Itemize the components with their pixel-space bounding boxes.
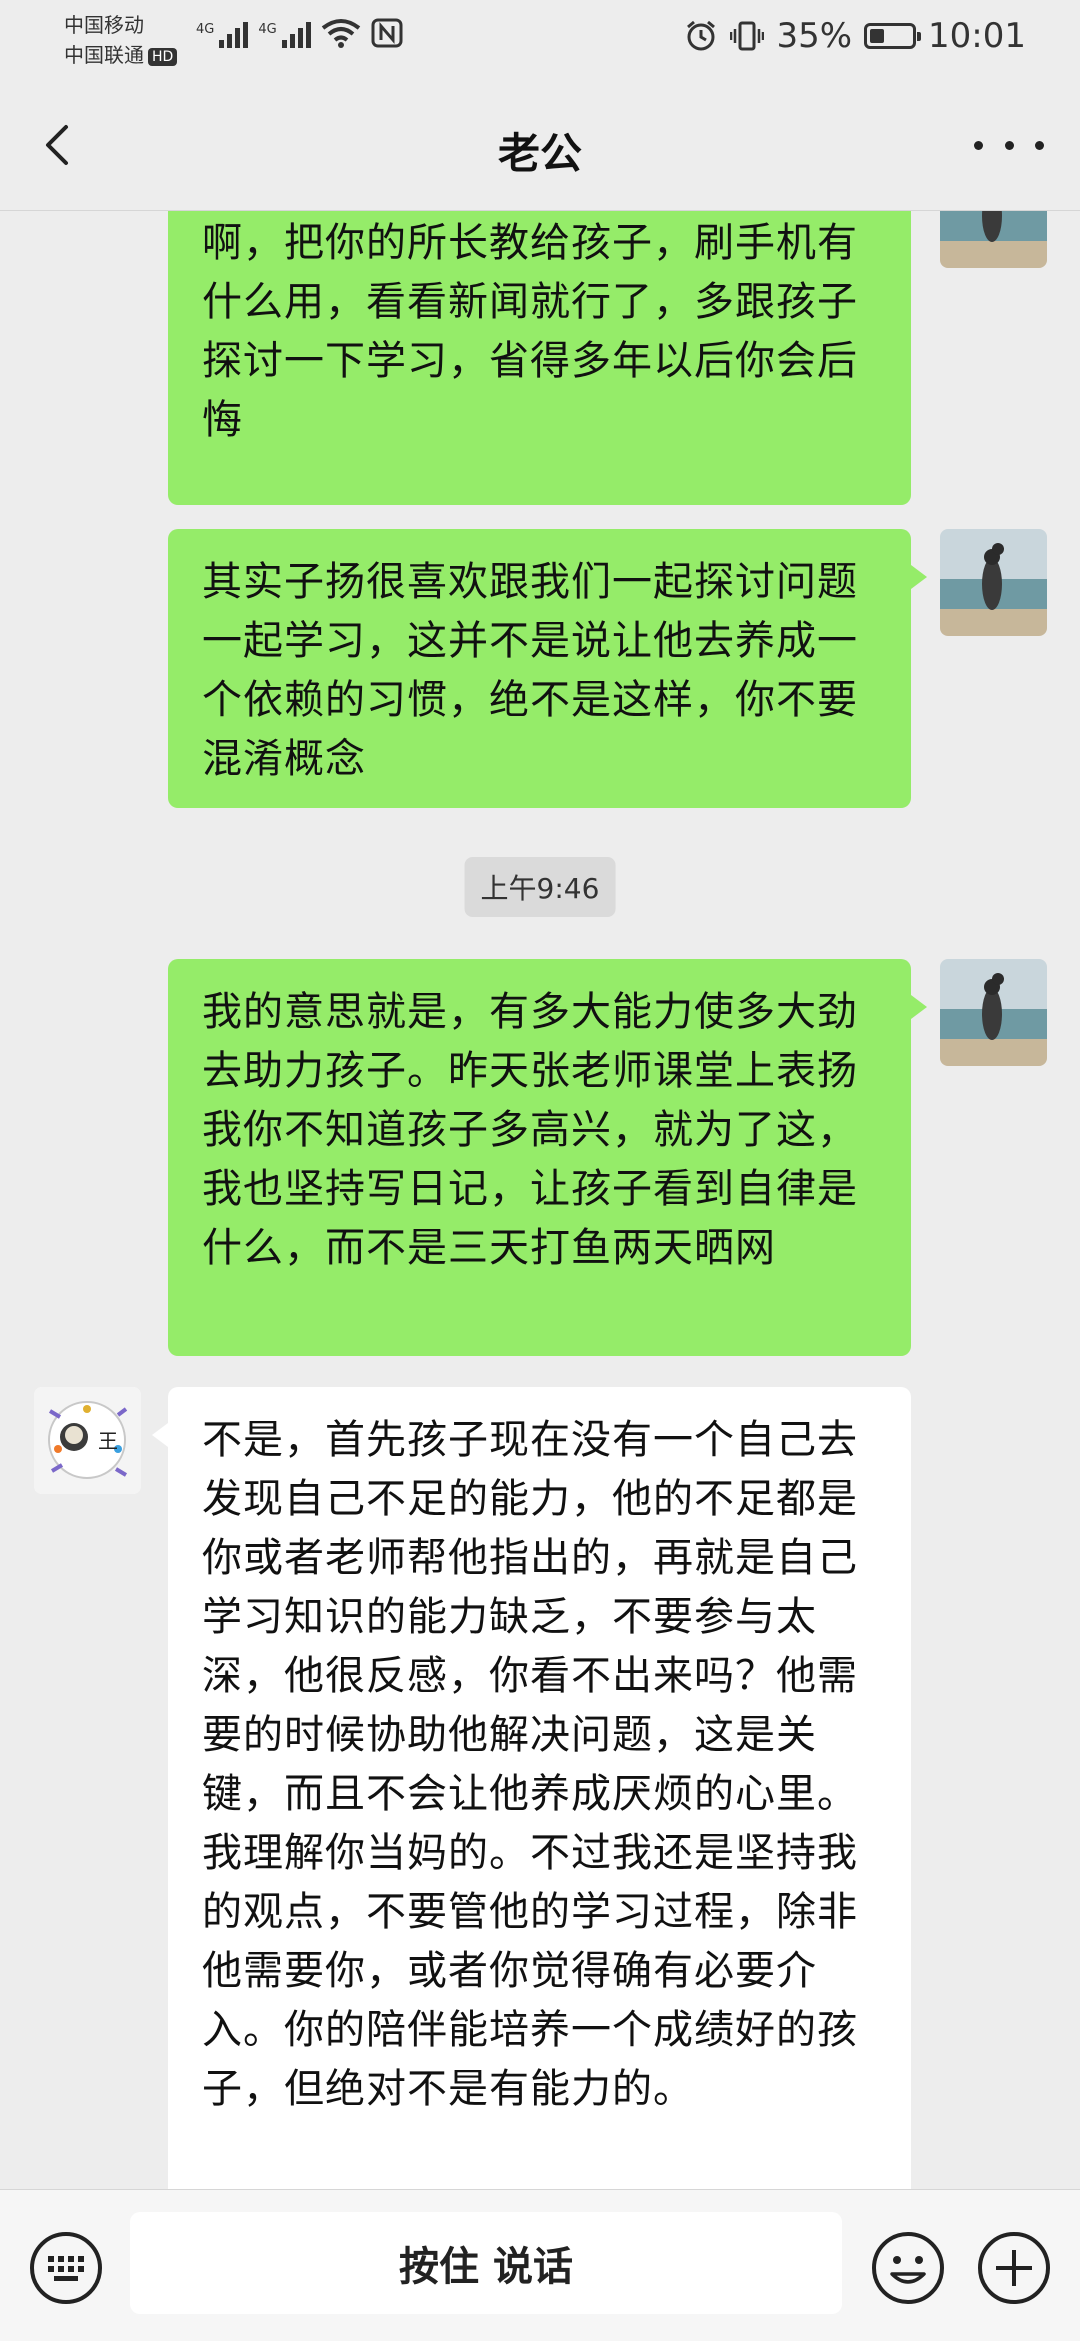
nav-bar: 老公: [0, 80, 1080, 211]
carrier-1: 中国移动: [64, 13, 144, 37]
signal-icon-2: 4G: [258, 22, 311, 48]
carrier-info: 中国移动 中国联通 HD: [64, 10, 178, 70]
avatar-self[interactable]: [940, 211, 1047, 268]
alarm-icon: [687, 20, 716, 51]
battery-icon: [864, 23, 922, 49]
message-bubble-received[interactable]: 不是，首先孩子现在没有一个自己去发现自己不足的能力，他的不足都是你或者老师帮他指…: [152, 1387, 911, 2189]
avatar-photo: [940, 211, 1047, 268]
smiley-icon: [872, 2232, 944, 2304]
message-text: 你哪怕去教他一些好的学习方法也行啊，把你的所长教给孩子，刷手机有什么用，看看新闻…: [202, 220, 858, 443]
status-right: 35% 10:01: [684, 16, 1026, 56]
avatar-self[interactable]: [940, 529, 1047, 636]
network-type-2: 4G: [258, 22, 277, 37]
avatar-photo: [940, 959, 1047, 1066]
more-dot-icon: [1004, 140, 1014, 150]
input-bar: 按住 说话: [0, 2189, 1080, 2341]
hold-to-talk-button[interactable]: 按住 说话: [130, 2212, 842, 2314]
keyboard-icon: [30, 2232, 102, 2304]
message-text: 其实子扬很喜欢跟我们一起探讨问题一起学习，这并不是说让他去养成一个依赖的习惯，绝…: [202, 559, 858, 782]
message-text: 我的意思就是，有多大能力使多大劲去助力孩子。昨天张老师课堂上表扬我你不知道孩子多…: [202, 989, 858, 1271]
more-options-button[interactable]: [974, 120, 1044, 170]
message-timestamp: 上午9:46: [464, 857, 616, 917]
more-dot-icon: [1035, 140, 1044, 150]
chat-title: 老公: [497, 129, 582, 178]
status-bar: 中国移动 中国联通 HD 4G 4G 35% 10:01: [0, 0, 1080, 80]
avatar-photo: [940, 529, 1047, 636]
more-dot-icon: [974, 140, 983, 150]
avatar-cartoon: [34, 1387, 141, 1494]
signal-icon-1: 4G: [196, 22, 249, 48]
emoji-button[interactable]: [870, 2230, 946, 2306]
network-type-1: 4G: [196, 22, 215, 37]
avatar-contact[interactable]: 王: [34, 1387, 141, 1494]
avatar-self[interactable]: [940, 959, 1047, 1066]
message-bubble-sent[interactable]: 我的意思就是，有多大能力使多大劲去助力孩子。昨天张老师课堂上表扬我你不知道孩子多…: [168, 959, 927, 1356]
plus-icon: [978, 2232, 1050, 2304]
signal-indicators: 4G 4G: [196, 18, 403, 48]
wifi-icon: [321, 19, 360, 48]
nfc-icon: [371, 18, 403, 48]
message-text: 不是，首先孩子现在没有一个自己去发现自己不足的能力，他的不足都是你或者老师帮他指…: [202, 1417, 858, 2112]
battery-percent: 35%: [776, 16, 853, 56]
more-actions-button[interactable]: [976, 2230, 1052, 2306]
vibrate-icon: [730, 21, 765, 51]
clock: 10:01: [928, 16, 1026, 56]
message-bubble-sent[interactable]: 其实子扬很喜欢跟我们一起探讨问题一起学习，这并不是说让他去养成一个依赖的习惯，绝…: [168, 529, 927, 808]
hd-badge: HD: [148, 47, 178, 66]
keyboard-toggle-button[interactable]: [28, 2230, 104, 2306]
message-bubble-sent[interactable]: 你哪怕去教他一些好的学习方法也行啊，把你的所长教给孩子，刷手机有什么用，看看新闻…: [168, 211, 911, 505]
chat-area[interactable]: 你哪怕去教他一些好的学习方法也行啊，把你的所长教给孩子，刷手机有什么用，看看新闻…: [0, 211, 1080, 2189]
avatar-initial: 王: [98, 1429, 118, 1453]
carrier-2: 中国联通: [64, 43, 144, 67]
